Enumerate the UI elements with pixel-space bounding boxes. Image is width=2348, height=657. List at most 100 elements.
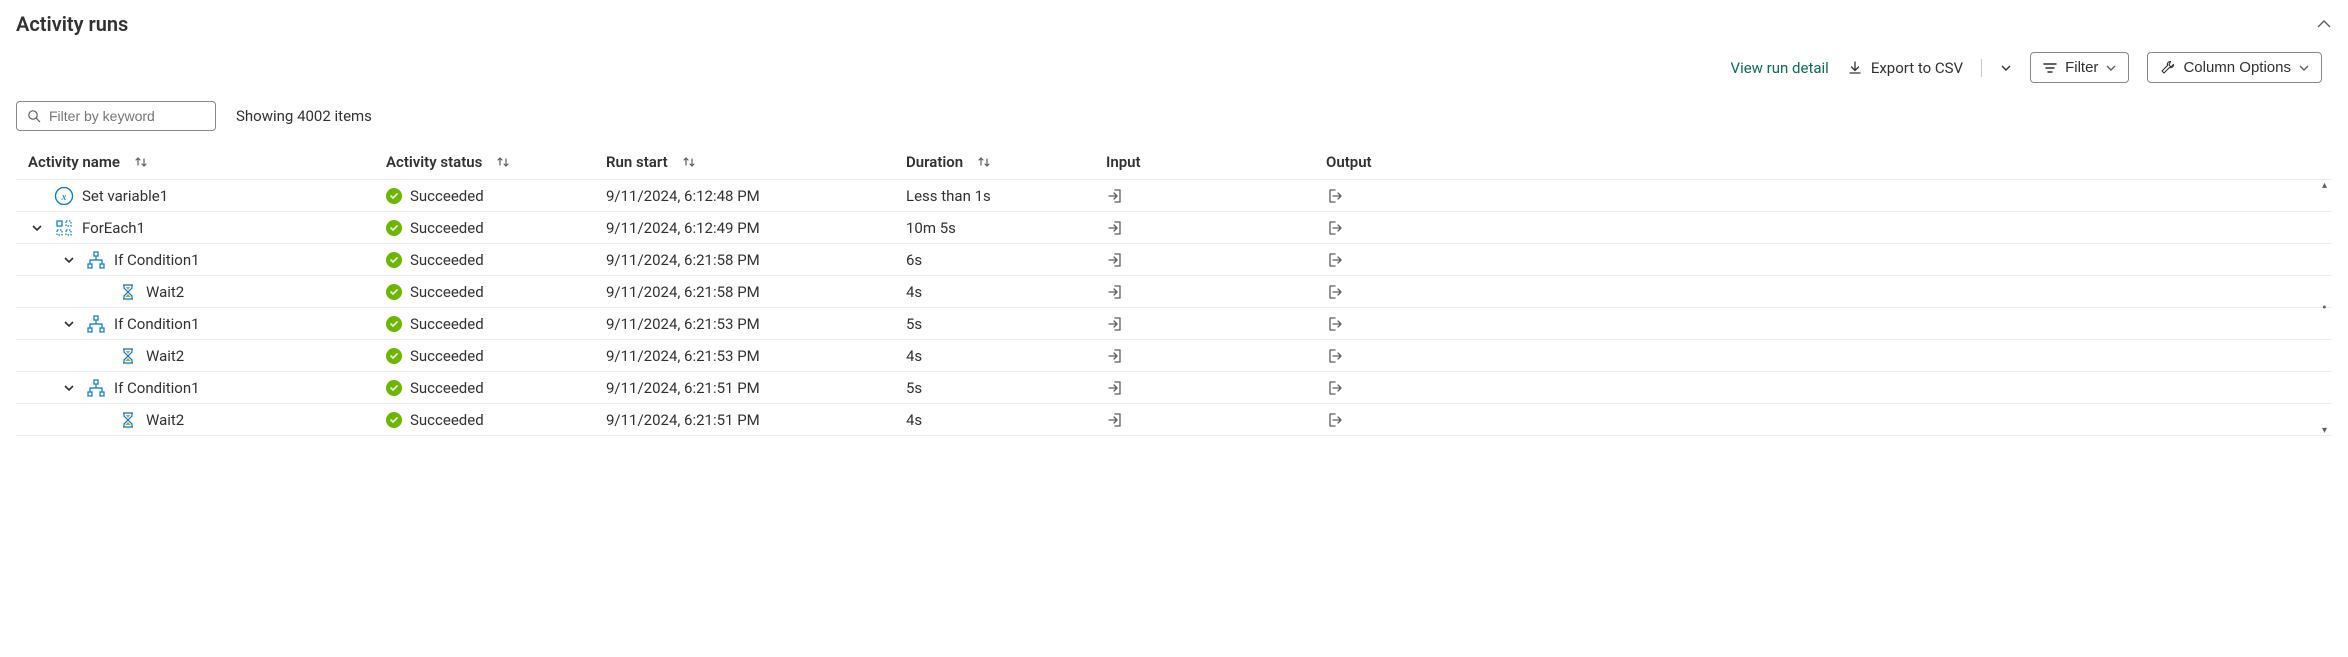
foreach-icon: [54, 218, 74, 238]
search-icon: [27, 109, 41, 123]
output-icon[interactable]: [1326, 379, 1344, 397]
activity-name: ForEach1: [82, 219, 145, 237]
filter-label: Filter: [2065, 59, 2098, 76]
wait-icon: [118, 282, 138, 302]
view-run-detail-link[interactable]: View run detail: [1731, 59, 1829, 77]
export-dropdown-chevron-icon[interactable]: [2000, 62, 2012, 74]
table-row[interactable]: Wait2 Succeeded 9/11/2024, 6:21:53 PM 4s: [16, 340, 2332, 372]
output-icon[interactable]: [1326, 251, 1344, 269]
sort-icon[interactable]: [682, 155, 696, 169]
download-icon: [1847, 60, 1863, 76]
column-options-label: Column Options: [2183, 59, 2291, 76]
table-row[interactable]: If Condition1Succeeded9/11/2024, 6:21:53…: [16, 308, 2332, 340]
table-header: Activity name Activity status Run start …: [16, 145, 2332, 179]
output-icon[interactable]: [1326, 315, 1344, 333]
sort-icon[interactable]: [977, 155, 991, 169]
success-icon: [386, 412, 402, 428]
success-icon: [386, 220, 402, 236]
activity-name: Wait2: [146, 347, 184, 365]
status-text: Succeeded: [410, 347, 484, 365]
success-icon: [386, 188, 402, 204]
status-text: Succeeded: [410, 251, 484, 269]
run-start: 9/11/2024, 6:12:49 PM: [606, 219, 760, 237]
col-activity-status[interactable]: Activity status: [386, 153, 482, 171]
col-activity-name[interactable]: Activity name: [28, 153, 120, 171]
table-row[interactable]: ForEach1 Succeeded 9/11/2024, 6:12:49 PM 10…: [16, 212, 2332, 244]
output-icon[interactable]: [1326, 219, 1344, 237]
showing-count: Showing 4002 items: [236, 107, 372, 125]
input-icon[interactable]: [1106, 251, 1124, 269]
chevron-down-icon: [2299, 63, 2309, 73]
duration: Less than 1s: [906, 187, 991, 205]
output-icon[interactable]: [1326, 411, 1344, 429]
run-start: 9/11/2024, 6:12:48 PM: [606, 187, 760, 205]
variable-icon: [54, 186, 74, 206]
input-icon[interactable]: [1106, 315, 1124, 333]
duration: 6s: [906, 251, 922, 269]
input-icon[interactable]: [1106, 411, 1124, 429]
col-output[interactable]: Output: [1326, 153, 1372, 171]
table-row[interactable]: If Condition1 Succeeded 9/11/2024, 6:21:51…: [16, 372, 2332, 404]
expand-chevron-icon[interactable]: [60, 318, 78, 330]
col-input[interactable]: Input: [1106, 153, 1141, 171]
filter-button[interactable]: Filter: [2030, 52, 2129, 83]
expand-chevron-icon[interactable]: [28, 222, 46, 234]
success-icon: [386, 380, 402, 396]
sort-icon[interactable]: [496, 155, 510, 169]
output-icon[interactable]: [1326, 187, 1344, 205]
wait-icon: [118, 346, 138, 366]
input-icon[interactable]: [1106, 283, 1124, 301]
wrench-icon: [2160, 60, 2175, 75]
input-icon[interactable]: [1106, 379, 1124, 397]
search-input[interactable]: [47, 107, 205, 125]
duration: 5s: [906, 379, 922, 397]
status-text: Succeeded: [410, 379, 484, 397]
wait-icon: [118, 410, 138, 430]
export-csv-label: Export to CSV: [1871, 59, 1963, 77]
activity-name: If Condition1: [114, 379, 200, 397]
search-input-container[interactable]: [16, 101, 216, 131]
condition-icon: [86, 378, 106, 398]
input-icon[interactable]: [1106, 187, 1124, 205]
table-row[interactable]: Set variable1Succeeded9/11/2024, 6:12:48…: [16, 180, 2332, 212]
col-duration[interactable]: Duration: [906, 153, 963, 171]
export-csv-button[interactable]: Export to CSV: [1847, 59, 1963, 77]
status-text: Succeeded: [410, 411, 484, 429]
activity-runs-table: Activity name Activity status Run start …: [16, 145, 2332, 436]
table-row[interactable]: If Condition1 Succeeded 9/11/2024, 6:21:58…: [16, 244, 2332, 276]
duration: 4s: [906, 347, 922, 365]
collapse-panel-icon[interactable]: [2316, 16, 2332, 32]
col-run-start[interactable]: Run start: [606, 153, 668, 171]
status-text: Succeeded: [410, 219, 484, 237]
activity-name: If Condition1: [114, 251, 200, 269]
sort-icon[interactable]: [134, 155, 148, 169]
run-start: 9/11/2024, 6:21:53 PM: [606, 315, 760, 333]
duration: 10m 5s: [906, 219, 956, 237]
run-start: 9/11/2024, 6:21:51 PM: [606, 379, 760, 397]
success-icon: [386, 316, 402, 332]
table-row[interactable]: Wait2 Succeeded 9/11/2024, 6:21:51 PM 4s: [16, 404, 2332, 436]
success-icon: [386, 284, 402, 300]
column-options-button[interactable]: Column Options: [2147, 52, 2322, 83]
table-body: ▴•▾ Set variable1Succeeded9/11/2024, 6:1…: [16, 179, 2332, 436]
activity-name: Set variable1: [82, 187, 168, 205]
run-start: 9/11/2024, 6:21:58 PM: [606, 283, 760, 301]
expand-chevron-icon[interactable]: [60, 254, 78, 266]
divider: [1981, 59, 1982, 77]
duration: 4s: [906, 411, 922, 429]
activity-name: If Condition1: [114, 315, 200, 333]
run-start: 9/11/2024, 6:21:53 PM: [606, 347, 760, 365]
expand-chevron-icon[interactable]: [60, 382, 78, 394]
input-icon[interactable]: [1106, 347, 1124, 365]
activity-name: Wait2: [146, 283, 184, 301]
activity-name: Wait2: [146, 411, 184, 429]
table-row[interactable]: Wait2Succeeded9/11/2024, 6:21:58 PM4s: [16, 276, 2332, 308]
output-icon[interactable]: [1326, 347, 1344, 365]
duration: 4s: [906, 283, 922, 301]
success-icon: [386, 348, 402, 364]
chevron-down-icon: [2106, 63, 2116, 73]
run-start: 9/11/2024, 6:21:51 PM: [606, 411, 760, 429]
run-start: 9/11/2024, 6:21:58 PM: [606, 251, 760, 269]
input-icon[interactable]: [1106, 219, 1124, 237]
output-icon[interactable]: [1326, 283, 1344, 301]
